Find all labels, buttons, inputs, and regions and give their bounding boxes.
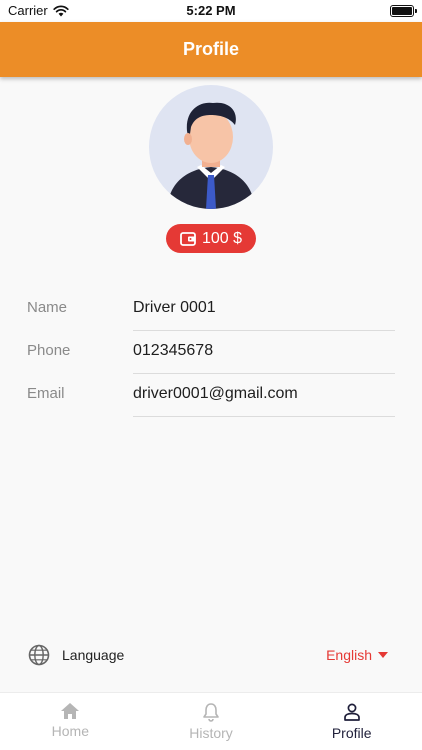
language-selected-value: English: [326, 647, 372, 663]
divider: [133, 330, 395, 331]
avatar: [149, 85, 273, 209]
tab-profile[interactable]: Profile: [281, 693, 422, 750]
email-row: Email driver0001@gmail.com: [27, 385, 395, 428]
phone-label: Phone: [27, 342, 71, 359]
avatar-illustration: [167, 102, 255, 209]
page-title: Profile: [182, 39, 239, 59]
language-dropdown[interactable]: English: [326, 647, 388, 663]
dropdown-arrow-icon: [378, 652, 388, 658]
wallet-icon: [180, 231, 196, 246]
person-icon: [343, 703, 360, 721]
bell-icon: [203, 703, 219, 722]
language-setting: Language English: [28, 644, 390, 668]
wallet-balance-badge: 100 $: [166, 224, 256, 253]
status-time: 5:22 PM: [186, 3, 236, 18]
language-label: Language: [62, 647, 125, 663]
email-label: Email: [27, 385, 65, 402]
divider: [133, 373, 395, 374]
tab-home[interactable]: Home: [0, 693, 141, 750]
app-bar: Profile: [0, 22, 422, 77]
phone-value: 012345678: [133, 342, 214, 359]
name-label: Name: [27, 299, 68, 316]
home-icon: [61, 703, 80, 719]
wallet-amount: 100 $: [201, 229, 243, 247]
name-value: Driver 0001: [133, 299, 216, 316]
phone-row: Phone 012345678: [27, 342, 395, 385]
tab-history[interactable]: History: [141, 693, 282, 750]
tab-home-label: Home: [51, 723, 90, 739]
tab-history-label: History: [189, 725, 233, 741]
status-bar: Carrier 5:22 PM: [0, 0, 422, 22]
name-row: Name Driver 0001: [27, 299, 395, 342]
email-value: driver0001@gmail.com: [133, 385, 298, 402]
battery-icon: [390, 5, 417, 17]
globe-icon: [28, 644, 50, 666]
bottom-nav: Home History Profile: [0, 692, 422, 750]
divider: [133, 416, 395, 417]
tab-profile-label: Profile: [331, 725, 372, 741]
